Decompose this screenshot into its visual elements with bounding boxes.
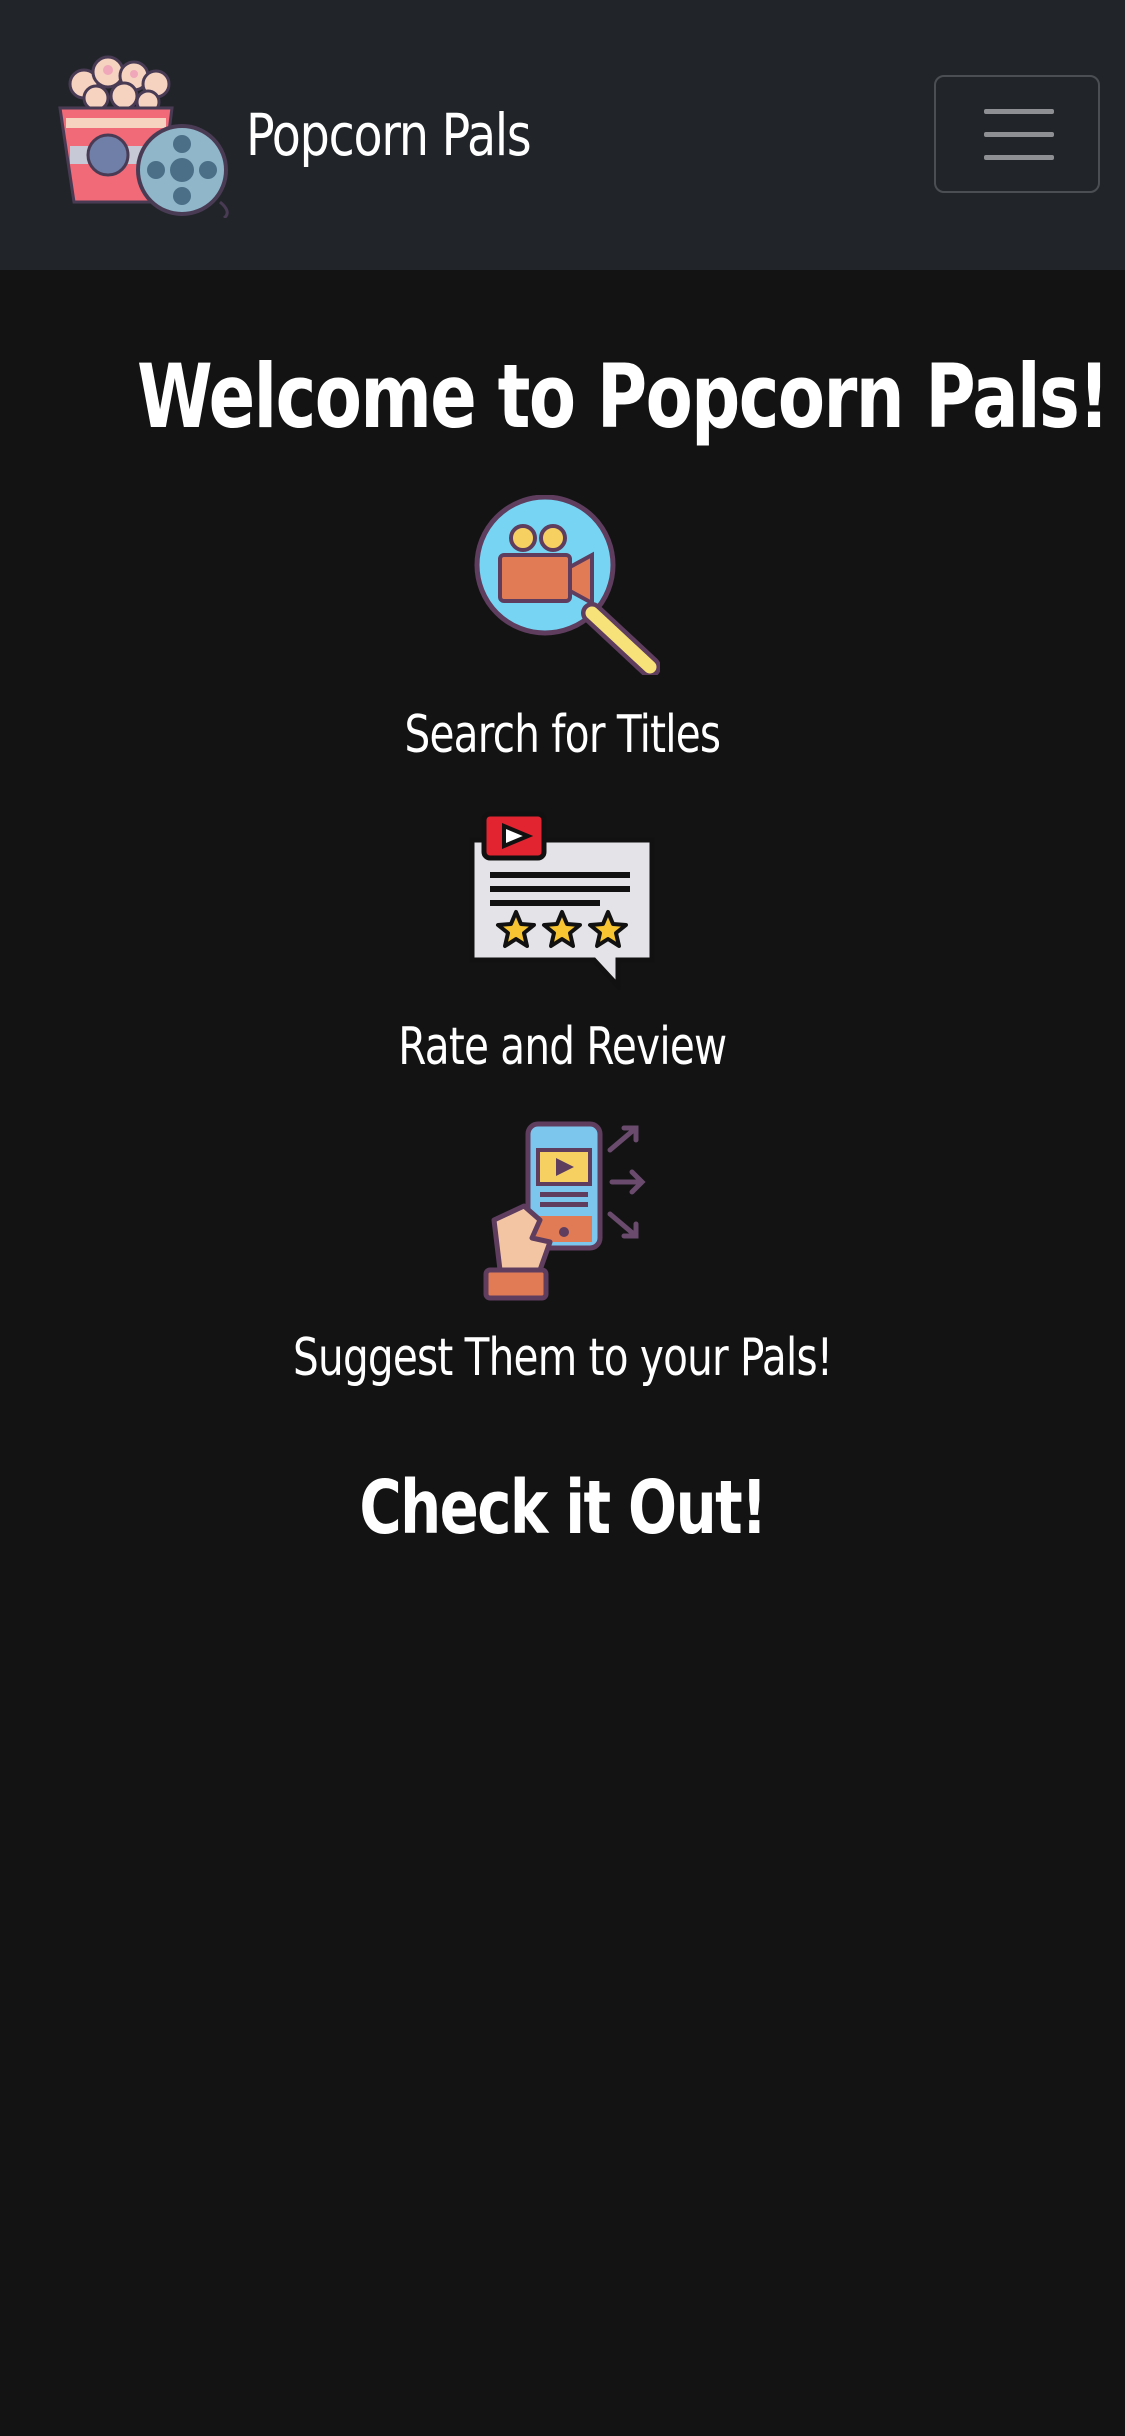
hamburger-menu-button[interactable]	[934, 75, 1100, 193]
feature-label-suggest: Suggest Them to your Pals!	[292, 1328, 833, 1388]
feature-label-search: Search for Titles	[404, 705, 721, 765]
page-title: Welcome to Popcorn Pals!	[136, 345, 1110, 448]
brand-link[interactable]: Popcorn Pals	[52, 52, 593, 218]
navbar: Popcorn Pals	[0, 0, 1125, 270]
feature-label-rate: Rate and Review	[398, 1017, 727, 1077]
share-phone-icon	[483, 1121, 646, 1301]
popcorn-film-reel-icon	[58, 55, 229, 218]
search-camera-icon	[474, 495, 660, 675]
rating-review-icon	[469, 811, 655, 990]
brand-name: Popcorn Pals	[246, 101, 532, 169]
check-it-out-heading: Check it Out!	[359, 1465, 767, 1551]
